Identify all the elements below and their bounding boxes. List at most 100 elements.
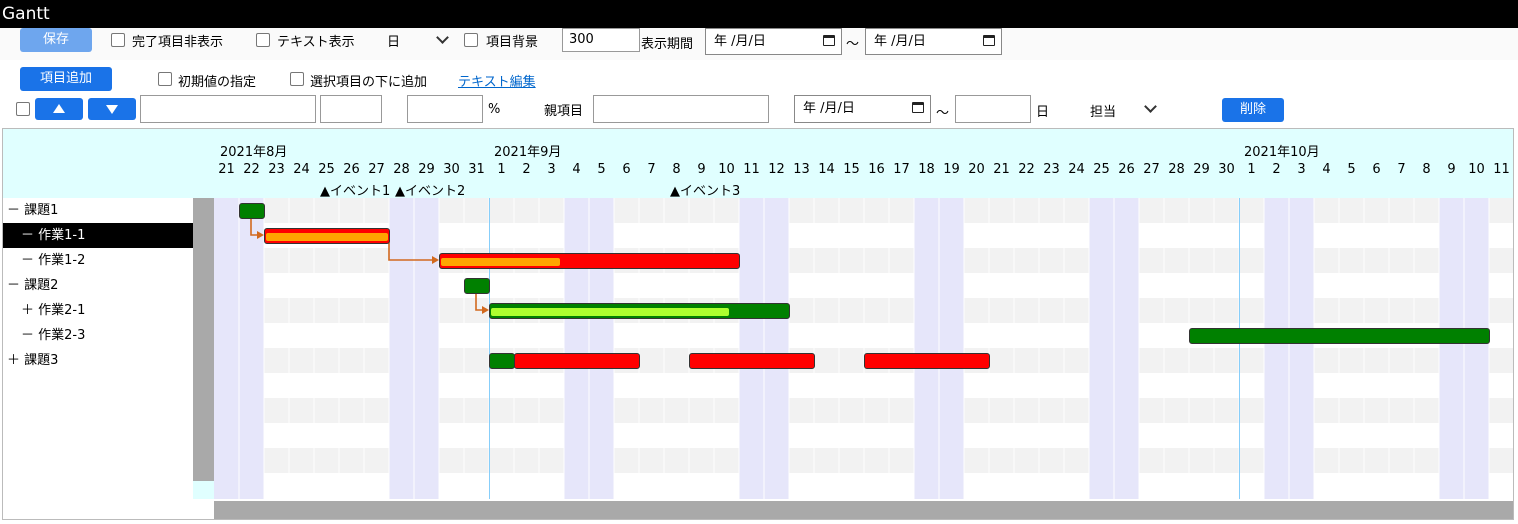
chevron-down-icon	[1144, 100, 1157, 113]
day-label: 8	[672, 162, 681, 177]
day-label: 7	[647, 162, 656, 177]
calendar-icon[interactable]	[983, 35, 995, 46]
task-bar[interactable]	[514, 353, 640, 369]
day-label: 2	[522, 162, 531, 177]
text-edit-link[interactable]: テキスト編集	[458, 71, 536, 90]
day-label: 27	[1143, 162, 1160, 177]
day-label: 14	[818, 162, 835, 177]
hide-completed-label: 完了項目非表示	[132, 35, 224, 50]
day-label: 6	[1372, 162, 1381, 177]
task-bar[interactable]	[1189, 328, 1490, 344]
day-label: 11	[743, 162, 760, 177]
chevron-down-icon	[436, 31, 449, 44]
horizontal-scrollbar[interactable]	[214, 501, 1513, 519]
day-label: 24	[293, 162, 310, 177]
percent-input[interactable]	[407, 95, 483, 123]
day-label: 23	[268, 162, 285, 177]
gantt-chart-area[interactable]	[214, 198, 1513, 499]
task-tree-item[interactable]: ＋ 作業2-1	[3, 298, 193, 323]
day-label: 13	[793, 162, 810, 177]
day-label: 21	[218, 162, 235, 177]
add-item-button[interactable]: 項目追加	[20, 67, 112, 91]
splitter[interactable]	[193, 198, 214, 481]
save-button[interactable]: 保存	[20, 28, 92, 52]
initial-value-label: 初期値の指定	[178, 75, 257, 90]
assignee-label: 担当	[1090, 105, 1117, 120]
gantt-svg	[214, 198, 1513, 499]
task-tree-item[interactable]: － 作業2-3	[3, 323, 193, 348]
timeline-header: 2021年8月 2021年9月 2021年10月 21 22 23 24 25 26 27 2…	[3, 129, 1513, 199]
calendar-icon[interactable]	[823, 35, 835, 46]
row-select-checkbox[interactable]	[16, 102, 30, 116]
add-below-checkbox[interactable]	[290, 72, 304, 86]
day-label: 30	[1218, 162, 1235, 177]
period-from-input[interactable]: 年 /月/日	[705, 28, 842, 55]
task-bar[interactable]	[864, 353, 990, 369]
day-label: 9	[1447, 162, 1456, 177]
day-label: 25	[318, 162, 335, 177]
width-input[interactable]: 300	[562, 28, 640, 52]
item-bg-checkbox[interactable]	[464, 33, 478, 47]
day-label: 21	[993, 162, 1010, 177]
arrow-down-icon	[106, 105, 118, 114]
item-name-input[interactable]	[140, 95, 316, 123]
day-label: 4	[572, 162, 581, 177]
day-label: 20	[968, 162, 985, 177]
day-label: 4	[1322, 162, 1331, 177]
day-label: 22	[1018, 162, 1035, 177]
task-bar[interactable]	[264, 228, 390, 244]
period-to-input[interactable]: 年 /月/日	[865, 28, 1002, 55]
month-label: 2021年8月	[220, 145, 288, 160]
task-tree-item[interactable]: － 課題1	[3, 198, 193, 223]
move-up-button[interactable]	[35, 98, 83, 120]
move-down-button[interactable]	[88, 98, 136, 120]
task-bar[interactable]	[439, 253, 740, 269]
parent-input[interactable]	[593, 95, 769, 123]
day-label: 3	[1297, 162, 1306, 177]
day-label: 10	[718, 162, 735, 177]
splitter-end	[193, 481, 214, 499]
day-label: 9	[697, 162, 706, 177]
text-display-checkbox[interactable]	[256, 33, 270, 47]
day-label: 10	[1468, 162, 1485, 177]
task-bar[interactable]	[689, 353, 815, 369]
task-bar[interactable]	[464, 278, 490, 294]
day-label: 18	[918, 162, 935, 177]
days-input[interactable]	[955, 95, 1031, 123]
event-marker: ▲イベント1	[320, 184, 391, 199]
day-label: 29	[1193, 162, 1210, 177]
task-progress	[266, 233, 388, 241]
month-label: 2021年10月	[1244, 145, 1320, 160]
start-date-value: 年 /月/日	[803, 101, 855, 116]
day-label: 22	[243, 162, 260, 177]
month-label: 2021年9月	[494, 145, 562, 160]
calendar-icon[interactable]	[912, 102, 924, 113]
day-label: 27	[368, 162, 385, 177]
item-short-input[interactable]	[320, 95, 382, 123]
day-label: 1	[497, 162, 506, 177]
delete-button[interactable]: 削除	[1222, 98, 1284, 122]
start-date-input[interactable]: 年 /月/日	[794, 95, 931, 123]
add-below-label: 選択項目の下に追加	[310, 75, 428, 90]
initial-value-checkbox[interactable]	[158, 72, 172, 86]
task-bar[interactable]	[489, 303, 790, 319]
hide-completed-checkbox[interactable]	[111, 33, 125, 47]
toolbar-row-1: 保存 完了項目非表示 テキスト表示 日 項目背景 300 表示期間 年 /月/日…	[0, 28, 1518, 60]
task-tree-item[interactable]: － 課題2	[3, 273, 193, 298]
day-label: 5	[1347, 162, 1356, 177]
task-bar[interactable]	[239, 203, 265, 219]
arrow-up-icon	[53, 104, 65, 113]
period-label: 表示期間	[641, 37, 694, 52]
task-tree-item[interactable]: ＋ 課題3	[3, 348, 193, 373]
scale-select[interactable]: 日	[372, 29, 458, 51]
scale-select-value: 日	[387, 35, 401, 50]
day-label: 28	[393, 162, 410, 177]
day-label: 12	[768, 162, 785, 177]
task-tree-item[interactable]: － 作業1-2	[3, 248, 193, 273]
task-bar[interactable]	[489, 353, 515, 369]
assignee-select[interactable]: 担当	[1090, 98, 1170, 120]
day-label: 1	[1247, 162, 1256, 177]
day-label: 19	[943, 162, 960, 177]
task-progress	[491, 308, 729, 316]
task-tree-item[interactable]: － 作業1-1	[3, 223, 193, 248]
